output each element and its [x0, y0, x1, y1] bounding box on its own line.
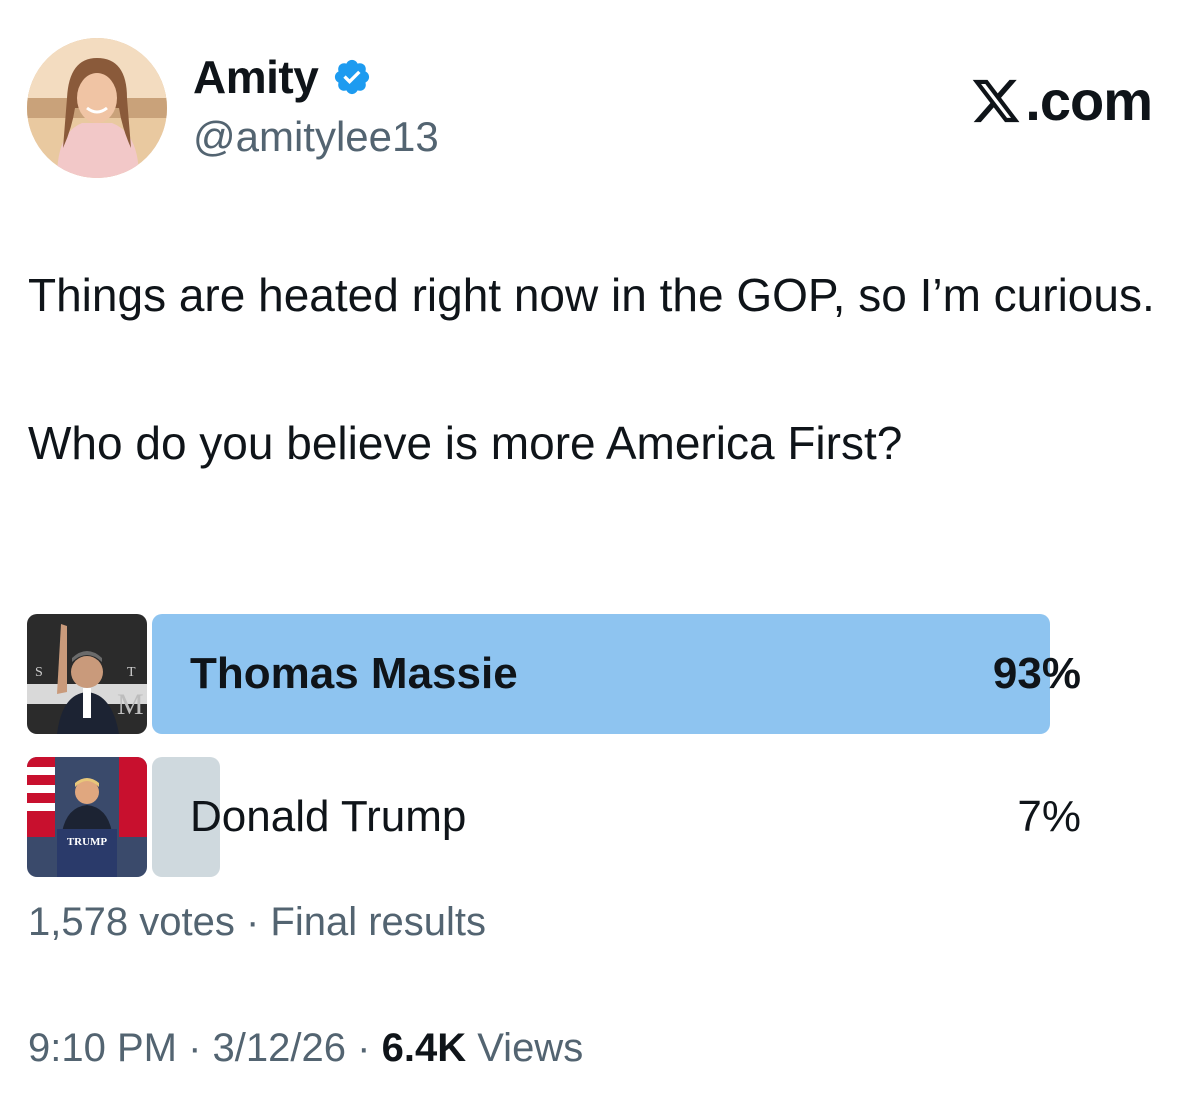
- timestamp-separator-2: ·: [357, 1026, 371, 1070]
- poll-meta: 1,578 votes · Final results: [28, 900, 486, 945]
- poll-option-2-image: TRUMP: [27, 757, 147, 877]
- poll-option-1-image: S T M: [27, 614, 147, 734]
- poll-vote-count: 1,578 votes: [28, 900, 235, 944]
- tweet-time[interactable]: 9:10 PM: [28, 1026, 177, 1070]
- views-count: 6.4K: [381, 1026, 467, 1070]
- tweet-timestamp: 9:10 PM · 3/12/26 · 6.4K Views: [28, 1026, 583, 1071]
- poll-option-2-label: Donald Trump: [190, 792, 467, 841]
- svg-text:TRUMP: TRUMP: [67, 836, 108, 848]
- poll-option-1-label: Thomas Massie: [190, 649, 518, 698]
- tweet-line-2: Who do you believe is more America First…: [28, 417, 903, 469]
- x-logo-icon: [973, 79, 1020, 122]
- avatar-photo: [27, 38, 167, 178]
- display-name-text[interactable]: Amity: [193, 50, 319, 104]
- svg-text:T: T: [127, 665, 136, 680]
- option-1-photo: S T M: [27, 614, 147, 734]
- tweet-text: Things are heated right now in the GOP, …: [28, 258, 1168, 480]
- views-label: Views: [477, 1026, 584, 1070]
- poll-option-2: TRUMP Donald Trump 7%: [27, 757, 1167, 877]
- tweet-date[interactable]: 3/12/26: [213, 1026, 346, 1070]
- poll-meta-separator: ·: [245, 900, 260, 944]
- tweet-line-1: Things are heated right now in the GOP, …: [28, 269, 1155, 321]
- option-2-photo: TRUMP: [27, 757, 147, 877]
- svg-text:S: S: [35, 665, 43, 680]
- timestamp-separator-1: ·: [188, 1026, 202, 1070]
- x-com-logo: .com: [969, 68, 1153, 133]
- user-handle[interactable]: @amitylee13: [193, 113, 439, 161]
- brand-text: .com: [1025, 69, 1153, 132]
- poll-status: Final results: [270, 900, 487, 944]
- svg-text:M: M: [117, 688, 144, 721]
- poll-option-1-percent: 93%: [992, 649, 1081, 698]
- avatar[interactable]: [27, 38, 167, 178]
- display-name[interactable]: Amity: [193, 50, 372, 104]
- poll-option-1: S T M Thomas Massie 93%: [27, 614, 1167, 734]
- verified-badge-icon: [335, 59, 370, 95]
- poll-option-2-percent: 7%: [1017, 792, 1081, 841]
